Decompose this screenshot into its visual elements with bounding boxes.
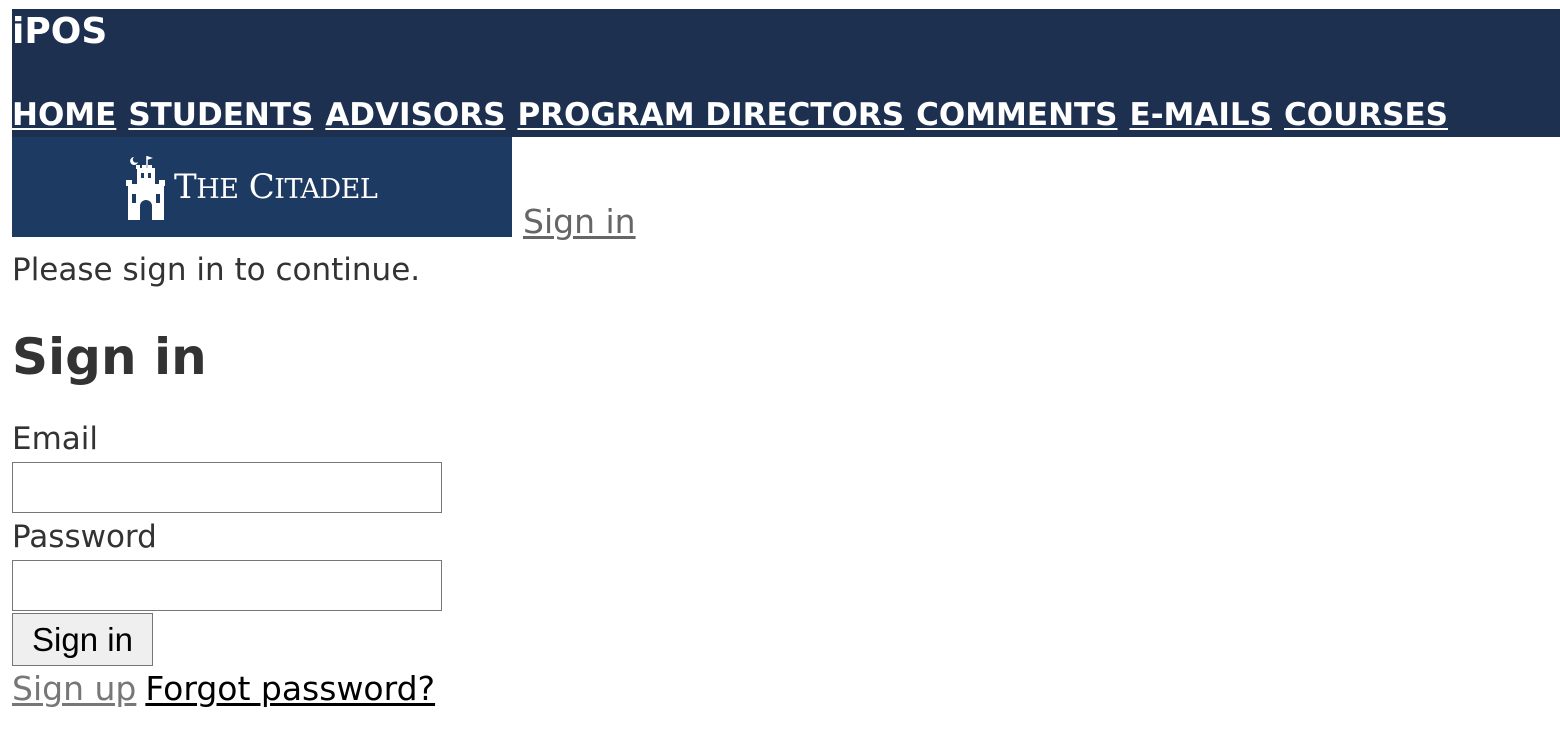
top-header: iPOS HOME STUDENTS ADVISORS PROGRAM DIRE… [12,9,1560,137]
main-nav: HOME STUDENTS ADVISORS PROGRAM DIRECTORS… [12,95,1448,135]
nav-link-students[interactable]: STUDENTS [128,95,313,135]
sign-up-link[interactable]: Sign up [12,669,136,708]
brand-title: iPOS [12,11,108,52]
castle-icon [126,156,165,220]
email-field[interactable] [12,462,442,513]
nav-link-home[interactable]: HOME [12,95,116,135]
email-label: Email [12,421,99,457]
page: iPOS HOME STUDENTS ADVISORS PROGRAM DIRE… [12,9,1560,708]
header-sign-in-link[interactable]: Sign in [523,202,636,242]
forgot-password-link[interactable]: Forgot password? [145,669,435,708]
sign-in-button[interactable]: Sign in [12,613,153,666]
sign-in-notice: Please sign in to continue. [12,252,421,288]
nav-link-advisors[interactable]: ADVISORS [325,95,505,135]
password-field[interactable] [12,560,442,611]
password-label: Password [12,519,157,555]
nav-link-courses[interactable]: COURSES [1284,95,1448,135]
logo-wordmark: THE CITADEL [174,167,378,207]
auth-links: Sign up Forgot password? [12,669,435,709]
citadel-logo: THE CITADEL [12,137,512,237]
nav-link-emails[interactable]: E-MAILS [1130,95,1273,135]
logo-row: THE CITADEL Sign in [12,137,1560,245]
nav-link-program-directors[interactable]: PROGRAM DIRECTORS [517,95,904,135]
page-title: Sign in [12,328,207,386]
nav-link-comments[interactable]: COMMENTS [916,95,1117,135]
